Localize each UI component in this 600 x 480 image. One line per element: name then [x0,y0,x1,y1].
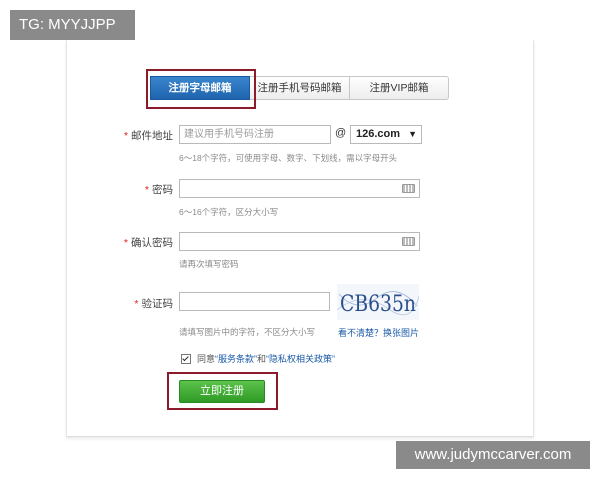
at-sign: @ [335,127,347,139]
captcha-hint: 请填写图片中的字符，不区分大小写 [179,327,316,337]
password-label: * 密码 [144,184,173,196]
website-watermark: www.judymccarver.com [396,441,590,469]
tab-mobile-email[interactable]: 注册手机号码邮箱 [250,76,350,100]
submit-highlight-frame [167,372,278,410]
email-hint: 6～18个字符，可使用字母、数字、下划线，需以字母开头 [179,153,398,163]
captcha-image[interactable]: CB635n [337,284,419,320]
page: TG: MYYJJPP 注册字母邮箱 注册手机号码邮箱 注册VIP邮箱 * 邮件地… [0,0,600,480]
telegram-watermark: TG: MYYJJPP [10,10,135,40]
terms-link[interactable]: “服务条款” [215,352,257,365]
privacy-link[interactable]: “隐私权相关政策” [266,352,335,365]
confirm-password-label: * 确认密码 [123,237,173,249]
captcha-input[interactable] [179,292,330,311]
keyboard-icon[interactable] [402,184,415,193]
captcha-text: CB635n [340,292,416,317]
agree-prefix: 同意 [197,354,216,364]
confirm-password-input[interactable] [179,232,420,251]
required-star: * [123,130,128,142]
required-star: * [123,237,128,249]
password-hint: 6～16个字符，区分大小写 [179,207,279,217]
email-placeholder: 建议用手机号码注册 [184,129,274,140]
password-input[interactable] [179,179,420,198]
required-star: * [144,184,149,196]
agreement-row: 同意 “服务条款” 和 “隐私权相关政策” [181,352,335,365]
tab-vip-email[interactable]: 注册VIP邮箱 [350,76,449,100]
email-input[interactable]: 建议用手机号码注册 [179,125,331,144]
tab-highlight-frame [146,69,256,109]
captcha-label: * 验证码 [134,298,173,310]
required-star: * [134,298,139,310]
confirm-password-hint: 请再次填写密码 [179,259,239,269]
dropdown-arrow-icon: ▼ [408,129,417,139]
captcha-graphic: CB635n [337,291,419,317]
agree-and: 和 [257,354,267,364]
refresh-captcha-link[interactable]: 看不清楚？换张图片 [338,326,419,339]
agree-checkbox[interactable] [181,353,191,364]
keyboard-icon[interactable] [402,237,415,246]
domain-value: 126.com [356,128,401,140]
email-label: * 邮件地址 [123,130,173,142]
domain-select[interactable]: 126.com ▼ [350,125,422,144]
